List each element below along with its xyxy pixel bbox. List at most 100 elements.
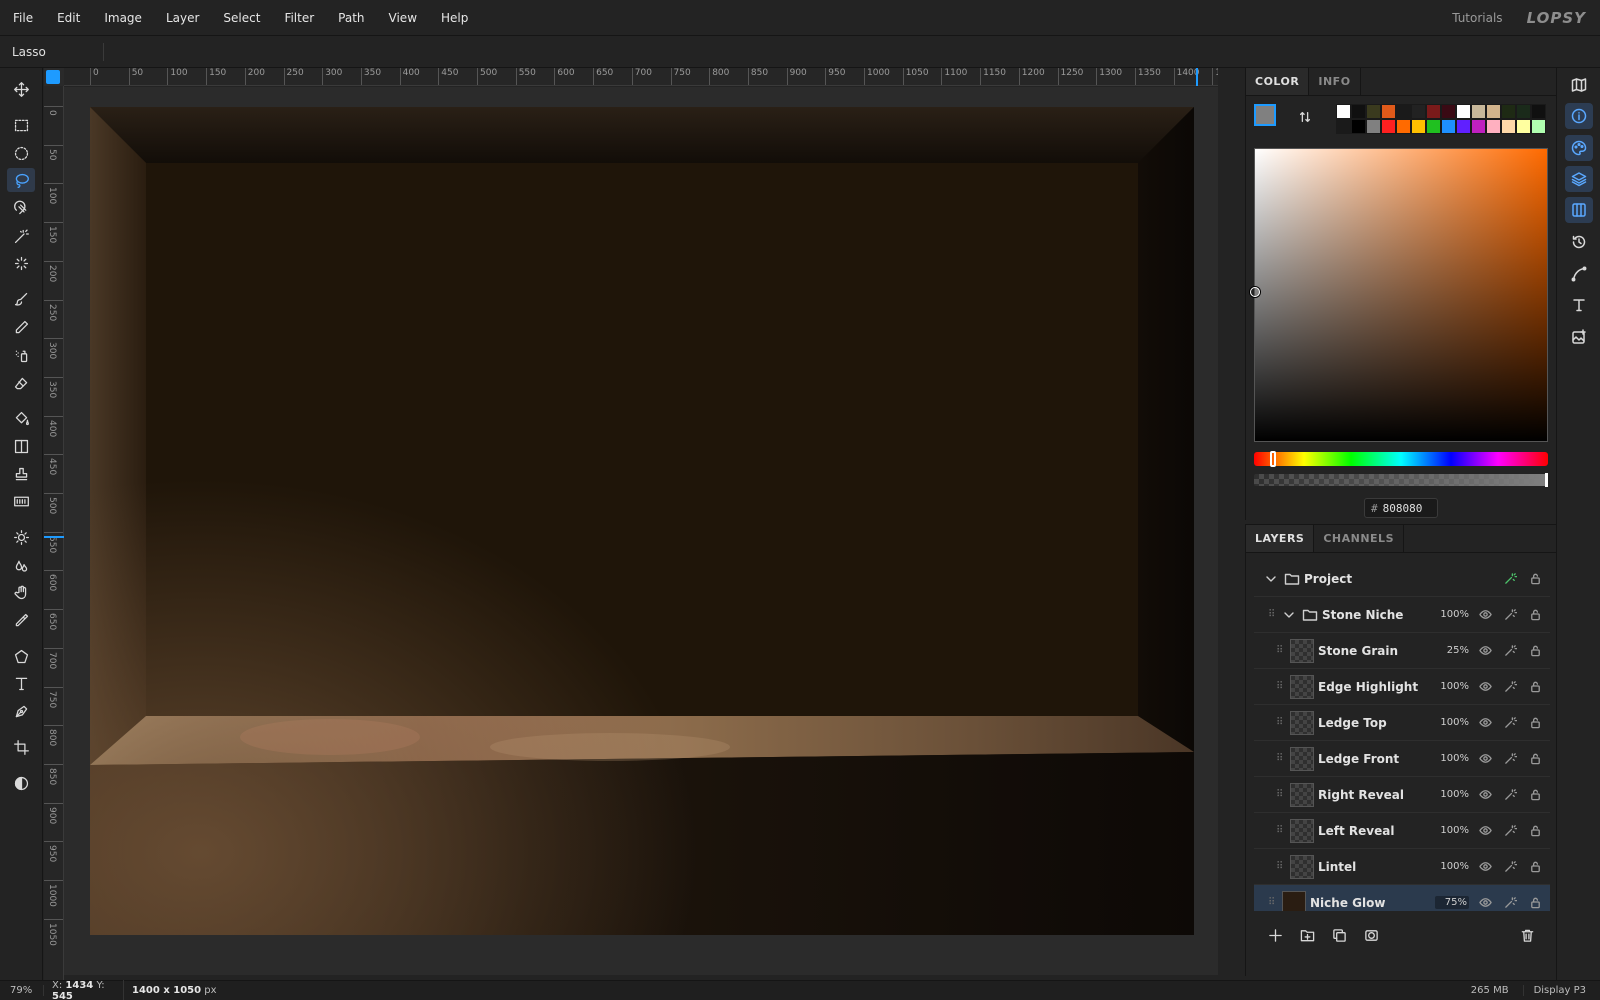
add-layer-button[interactable]: [1266, 926, 1284, 944]
lock-icon[interactable]: [1526, 715, 1544, 731]
color-profile[interactable]: Display P3: [1524, 985, 1600, 996]
palette-swatch[interactable]: [1516, 119, 1531, 134]
info-panel-button[interactable]: [1565, 103, 1593, 129]
lock-icon[interactable]: [1526, 823, 1544, 839]
spray-tool[interactable]: [7, 343, 35, 367]
add-mask-button[interactable]: [1362, 926, 1380, 944]
duplicate-layer-button[interactable]: [1330, 926, 1348, 944]
color-picker-cursor[interactable]: [1250, 287, 1260, 297]
palette-swatch[interactable]: [1456, 119, 1471, 134]
drag-handle-icon[interactable]: ⠿: [1276, 825, 1284, 836]
eye-icon[interactable]: [1476, 895, 1494, 911]
magic-wand-tool[interactable]: [7, 224, 35, 248]
palette-swatch[interactable]: [1381, 119, 1396, 134]
effects-icon[interactable]: [1501, 751, 1519, 767]
palette-swatch[interactable]: [1381, 104, 1396, 119]
effects-icon[interactable]: [1501, 859, 1519, 875]
chevron-down-icon[interactable]: [1282, 608, 1296, 622]
palette-swatch[interactable]: [1426, 104, 1441, 119]
eye-icon[interactable]: [1476, 823, 1494, 839]
navigator-panel-button[interactable]: [1565, 72, 1593, 98]
lock-icon[interactable]: [1526, 607, 1544, 623]
menu-edit[interactable]: Edit: [45, 0, 92, 36]
effects-icon[interactable]: [1501, 715, 1519, 731]
palette-swatch[interactable]: [1486, 119, 1501, 134]
drag-handle-icon[interactable]: ⠿: [1276, 861, 1284, 872]
tab-info[interactable]: INFO: [1309, 68, 1361, 95]
drag-handle-icon[interactable]: ⠿: [1276, 681, 1284, 692]
drag-handle-icon[interactable]: ⠿: [1276, 789, 1284, 800]
palette-swatch[interactable]: [1501, 104, 1516, 119]
color-panel-button[interactable]: [1565, 135, 1593, 161]
palette-swatch[interactable]: [1396, 119, 1411, 134]
layer-opacity[interactable]: 100%: [1435, 861, 1469, 872]
menu-select[interactable]: Select: [211, 0, 272, 36]
palette-swatch[interactable]: [1426, 119, 1441, 134]
layer-opacity[interactable]: 100%: [1435, 609, 1469, 620]
eyedropper-tool[interactable]: [7, 608, 35, 632]
menu-file[interactable]: File: [0, 0, 45, 36]
tab-color[interactable]: COLOR: [1246, 68, 1310, 95]
eye-icon[interactable]: [1476, 607, 1494, 623]
effects-icon[interactable]: [1501, 787, 1519, 803]
eye-icon[interactable]: [1476, 859, 1494, 875]
channels-panel-button[interactable]: [1565, 197, 1593, 223]
alpha-slider-handle[interactable]: [1545, 473, 1548, 487]
layer-row[interactable]: ⠿ Left Reveal 100%: [1254, 813, 1550, 849]
lock-icon[interactable]: [1526, 787, 1544, 803]
vertical-ruler[interactable]: 0 50 100 150 200 250 300 350 400 450 500 550 600 650 7…: [44, 86, 64, 980]
layer-opacity[interactable]: 75%: [1435, 896, 1469, 909]
hue-slider[interactable]: [1254, 451, 1548, 467]
paint-bucket-tool[interactable]: [7, 406, 35, 430]
palette-swatch[interactable]: [1441, 104, 1456, 119]
menu-layer[interactable]: Layer: [154, 0, 211, 36]
layer-row[interactable]: ⠿ Edge Highlight 100%: [1254, 669, 1550, 705]
pattern-tool[interactable]: [7, 489, 35, 513]
history-panel-button[interactable]: [1565, 229, 1593, 255]
layer-opacity[interactable]: 100%: [1435, 789, 1469, 800]
hand-tool[interactable]: [7, 580, 35, 604]
magnetic-lasso-tool[interactable]: [7, 196, 35, 220]
menu-image[interactable]: Image: [92, 0, 154, 36]
brush-tool[interactable]: [7, 287, 35, 311]
eye-icon[interactable]: [1476, 715, 1494, 731]
palette-swatch[interactable]: [1456, 104, 1471, 119]
drag-handle-icon[interactable]: ⠿: [1276, 645, 1284, 656]
polygon-tool[interactable]: [7, 644, 35, 668]
effects-icon[interactable]: [1501, 679, 1519, 695]
eraser-tool[interactable]: [7, 371, 35, 395]
palette-swatch[interactable]: [1531, 104, 1546, 119]
foreground-color-swatch[interactable]: [1254, 104, 1276, 126]
layer-row[interactable]: ⠿ Ledge Front 100%: [1254, 741, 1550, 777]
character-panel-button[interactable]: [1565, 292, 1593, 318]
palette-swatch[interactable]: [1471, 104, 1486, 119]
menu-help[interactable]: Help: [429, 0, 480, 36]
move-tool[interactable]: [7, 77, 35, 101]
palette-swatch[interactable]: [1411, 119, 1426, 134]
palette-swatch[interactable]: [1441, 119, 1456, 134]
quick-select-tool[interactable]: [7, 251, 35, 275]
image-panel-button[interactable]: [1565, 324, 1593, 350]
palette-swatch[interactable]: [1336, 104, 1351, 119]
drag-handle-icon[interactable]: ⠿: [1276, 717, 1284, 728]
lock-icon[interactable]: [1526, 751, 1544, 767]
eye-icon[interactable]: [1476, 643, 1494, 659]
canvas-workspace[interactable]: [64, 87, 1218, 975]
palette-swatch[interactable]: [1486, 104, 1501, 119]
palette-swatch[interactable]: [1411, 104, 1426, 119]
dodge-tool[interactable]: [7, 525, 35, 549]
lock-icon[interactable]: [1526, 895, 1544, 911]
layer-row-project[interactable]: Project: [1254, 561, 1550, 597]
chevron-down-icon[interactable]: [1264, 572, 1278, 586]
pen-tool[interactable]: [7, 699, 35, 723]
layer-opacity[interactable]: 100%: [1435, 717, 1469, 728]
lasso-tool[interactable]: [7, 168, 35, 192]
eye-icon[interactable]: [1476, 751, 1494, 767]
document-canvas[interactable]: [90, 107, 1194, 935]
layer-row-group[interactable]: ⠿ Stone Niche 100%: [1254, 597, 1550, 633]
rect-select-tool[interactable]: [7, 113, 35, 137]
layer-opacity[interactable]: 100%: [1435, 825, 1469, 836]
lock-icon[interactable]: [1526, 859, 1544, 875]
delete-layer-button[interactable]: [1518, 926, 1536, 944]
layer-row[interactable]: ⠿ Ledge Top 100%: [1254, 705, 1550, 741]
